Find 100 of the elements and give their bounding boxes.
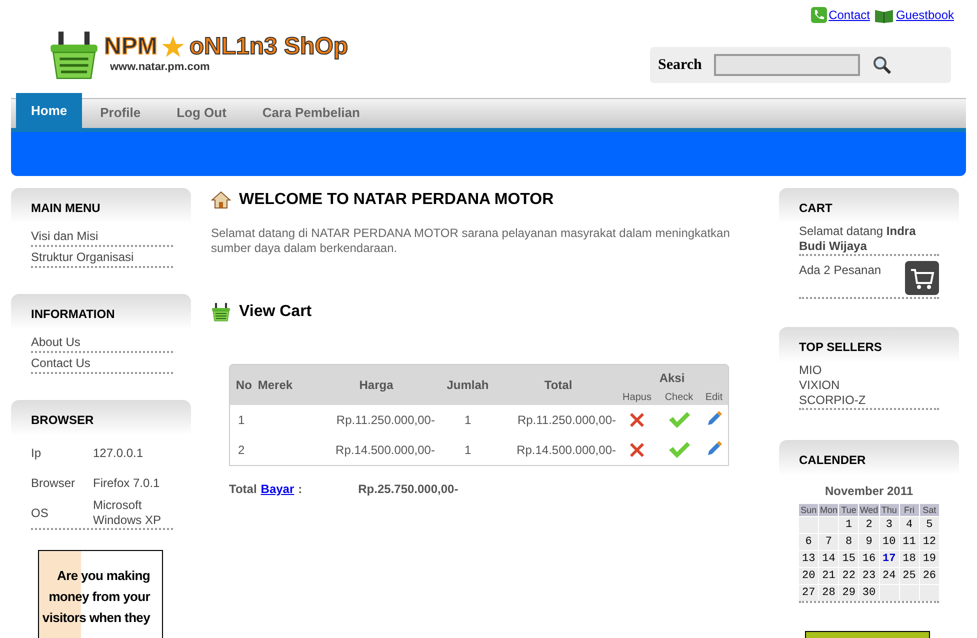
table-cell-text: Rp.11.250.000,00- (516, 412, 616, 429)
search-icon[interactable] (872, 55, 892, 75)
product-link[interactable]: MIO (799, 363, 939, 378)
table-cell-text: 1 (463, 412, 472, 429)
calendar-blank (799, 517, 818, 533)
calendar-day[interactable]: 6 (799, 534, 818, 550)
calendar-day[interactable]: 10 (880, 534, 899, 550)
check-icon[interactable] (667, 410, 691, 430)
weekday-header: Sat (920, 504, 939, 516)
calendar-day[interactable]: 2 (859, 517, 879, 533)
section-title: View Cart (239, 302, 312, 322)
column-header: No (234, 377, 253, 394)
pencil-icon[interactable] (706, 410, 722, 426)
calendar-day[interactable]: 7 (819, 534, 838, 550)
search-field[interactable] (714, 54, 860, 76)
table-cell-text: Rp.11.250.000,00- (335, 412, 435, 429)
ad-text: money from your (48, 588, 150, 606)
column-header: Check (664, 391, 694, 405)
pay-link[interactable]: Bayar (260, 480, 294, 498)
house-icon (211, 190, 231, 210)
table-cell-text: 2 (237, 442, 246, 459)
calendar-day[interactable]: 22 (839, 568, 858, 584)
calendar-day[interactable]: 13 (799, 551, 818, 567)
weekday-header: Fri (900, 504, 919, 516)
top-link[interactable]: Contact (828, 6, 870, 24)
calendar-day[interactable]: 12 (920, 534, 939, 550)
calendar-day[interactable]: 3 (880, 517, 899, 533)
calendar-blank (819, 517, 838, 533)
pencil-icon[interactable] (706, 440, 722, 456)
table-cell-text: Rp.14.500.000,00- (516, 442, 616, 459)
page-title: WELCOME TO NATAR PERDANA MOTOR (239, 190, 554, 210)
calendar-day[interactable]: 28 (819, 585, 838, 601)
calendar-day[interactable]: 8 (839, 534, 858, 550)
panel-title: CART (799, 201, 832, 215)
calendar-day[interactable]: 25 (900, 568, 919, 584)
calendar-day[interactable]: 4 (900, 517, 919, 533)
menu-link[interactable]: Visi dan Misi (31, 226, 173, 245)
weekday-header: Thu (880, 504, 899, 516)
logo-text: oNL1n3 ShOp (189, 34, 348, 59)
table-cell-text: 1 (463, 442, 472, 459)
column-header: Harga (358, 377, 394, 394)
nav-tab[interactable]: Log Out (158, 98, 244, 128)
calendar-day[interactable]: 14 (819, 551, 838, 567)
star-icon (161, 34, 186, 59)
calendar-blank (920, 585, 939, 601)
calendar-day[interactable]: 16 (859, 551, 879, 567)
calendar-day[interactable]: 20 (799, 568, 818, 584)
logo-url: www.natar.pm.com (109, 60, 211, 75)
weekday-header: Sun (799, 504, 818, 516)
calendar-day[interactable]: 24 (880, 568, 899, 584)
calendar-day[interactable]: 26 (920, 568, 939, 584)
calendar-day[interactable]: 18 (900, 551, 919, 567)
book-icon (874, 7, 894, 23)
menu-link[interactable]: Contact Us (31, 353, 173, 372)
info-label: Ip (31, 445, 42, 462)
calendar-day[interactable]: 1 (839, 517, 858, 533)
product-link[interactable]: VIXION (799, 378, 939, 393)
calendar-day[interactable]: 9 (859, 534, 879, 550)
column-header: Edit (704, 391, 724, 405)
weekday-header: Tue (839, 504, 858, 516)
calendar-day[interactable]: 21 (819, 568, 838, 584)
nav-tab[interactable]: Home (16, 93, 82, 128)
calendar-day[interactable]: 11 (900, 534, 919, 550)
cart-icon[interactable] (905, 261, 939, 295)
top-link[interactable]: Guestbook (896, 6, 954, 24)
welcome-text: Selamat datang di NATAR PERDANA MOTOR sarana pelayanan masyrakat dalam meningkatkan sumber daya dalam berkendaraan. (211, 226, 731, 256)
greeting-text: Selamat datang Indra Budi Wijaya (799, 224, 917, 254)
calendar-day[interactable]: 29 (839, 585, 858, 601)
basket-icon (211, 302, 231, 322)
weekday-header: Mon (819, 504, 838, 516)
check-icon[interactable] (667, 440, 691, 460)
menu-link[interactable]: About Us (31, 332, 173, 351)
calendar-day[interactable]: 19 (920, 551, 939, 567)
total-colon: : (298, 481, 302, 498)
panel-title: INFORMATION (31, 307, 115, 321)
calendar-day[interactable]: 23 (859, 568, 879, 584)
calendar-day[interactable]: 17 (880, 551, 899, 567)
nav-tab[interactable]: Cara Pembelian (244, 98, 378, 128)
column-header: Total (543, 377, 574, 394)
panel-title: MAIN MENU (31, 201, 100, 215)
calendar-day[interactable]: 27 (799, 585, 818, 601)
calendar-day[interactable]: 30 (859, 585, 879, 601)
panel-title: TOP SELLERS (799, 340, 882, 354)
table-cell-text: 1 (237, 412, 246, 429)
ad-text: Are you making (57, 567, 150, 585)
menu-link[interactable]: Struktur Organisasi (31, 247, 173, 266)
calendar-day[interactable]: 15 (839, 551, 858, 567)
logo-text: NPM (104, 34, 158, 59)
calendar-day[interactable]: 5 (920, 517, 939, 533)
calendar-blank (900, 585, 919, 601)
info-value: 127.0.0.1 (93, 446, 144, 460)
nav-tab[interactable]: Profile (82, 98, 159, 128)
column-header: Aksi (659, 370, 685, 387)
product-link[interactable]: SCORPIO-Z (799, 393, 939, 408)
basket-icon (48, 29, 100, 81)
phone-icon (810, 7, 827, 23)
table-cell-text: Rp.14.500.000,00- (334, 442, 435, 459)
ad-text: visitors when they (42, 609, 150, 627)
column-header: Hapus (622, 391, 652, 405)
info-label: OS (31, 505, 50, 522)
